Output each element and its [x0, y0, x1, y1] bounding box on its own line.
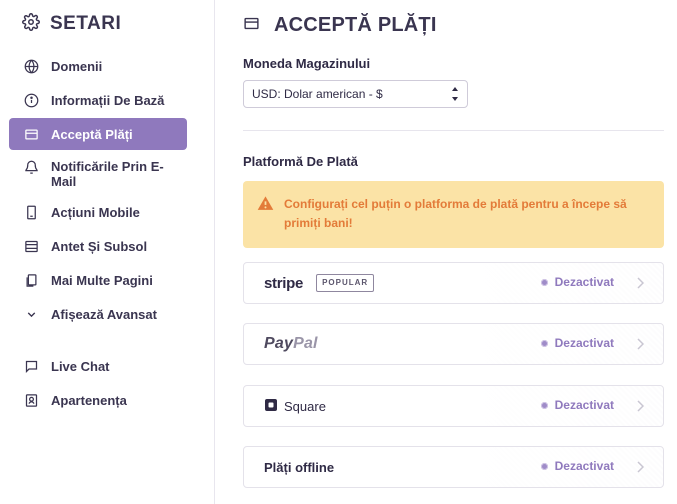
payment-provider-stripe[interactable]: stripe POPULAR Dezactivat	[243, 262, 664, 304]
chevron-right-icon	[634, 459, 646, 475]
pages-icon	[23, 272, 39, 288]
sidebar-item-label: Notificările Prin E-Mail	[51, 159, 164, 189]
status-label: Dezactivat	[554, 336, 614, 350]
globe-icon	[23, 58, 39, 74]
status-label: Dezactivat	[554, 398, 614, 412]
currency-selected-value: USD: Dolar american - $	[252, 87, 383, 101]
sidebar-item-email-notifications[interactable]: Notificările Prin E-Mail	[9, 152, 187, 194]
provider-status: Dezactivat	[540, 398, 614, 412]
status-dot-icon	[540, 401, 548, 409]
phone-icon	[23, 204, 39, 220]
payment-provider-square[interactable]: Square Dezactivat	[243, 385, 664, 427]
bell-icon	[23, 159, 39, 175]
stripe-logo: stripe POPULAR	[264, 273, 375, 293]
sidebar-item-show-advanced[interactable]: Afișează Avansat	[9, 298, 187, 330]
sidebar-item-label: Live Chat	[51, 358, 110, 374]
square-wordmark: Square	[284, 398, 326, 414]
info-icon	[23, 92, 39, 108]
chevron-down-icon	[23, 306, 39, 322]
chevron-right-icon	[634, 336, 646, 352]
sidebar-item-membership[interactable]: Apartenența	[9, 384, 187, 416]
warning-icon	[257, 195, 274, 248]
settings-sidebar: SETARI Domenii Informații De Bază Accept…	[0, 0, 215, 504]
user-card-icon	[23, 392, 39, 408]
settings-navigation: Domenii Informații De Bază Acceptă Plăți…	[9, 50, 207, 418]
paypal-wordmark-pal: Pal	[293, 335, 318, 352]
payment-platform-label: Platformă De Plată	[243, 154, 358, 169]
currency-select[interactable]: USD: Dolar american - $	[243, 80, 468, 108]
provider-status: Dezactivat	[540, 459, 614, 473]
stripe-wordmark: stripe	[264, 274, 304, 292]
sidebar-item-label: Antet Și Subsol	[51, 238, 148, 254]
section-divider	[243, 130, 664, 131]
chevron-right-icon	[634, 275, 646, 291]
payment-warning: Configurați cel puțin o platforma de pla…	[243, 181, 664, 248]
sidebar-title: SETARI	[50, 13, 122, 34]
sidebar-item-accept-payments[interactable]: Acceptă Plăți	[9, 118, 187, 150]
sidebar-item-live-chat[interactable]: Live Chat	[9, 350, 187, 382]
status-label: Dezactivat	[554, 459, 614, 473]
chat-icon	[23, 358, 39, 374]
warning-message: Configurați cel puțin o platforma de pla…	[284, 197, 627, 230]
page-header: ACCEPTĂ PLĂȚI	[243, 14, 437, 37]
gear-icon	[22, 12, 40, 36]
wallet-icon	[243, 15, 260, 37]
chevron-right-icon	[634, 398, 646, 414]
sidebar-header: SETARI	[22, 12, 121, 36]
sidebar-item-header-footer[interactable]: Antet Și Subsol	[9, 230, 187, 262]
layout-icon	[23, 238, 39, 254]
sidebar-item-basic-info[interactable]: Informații De Bază	[9, 84, 187, 116]
sidebar-item-more-pages[interactable]: Mai Multe Pagini	[9, 264, 187, 296]
square-logo: Square	[264, 396, 326, 416]
status-dot-icon	[540, 278, 548, 286]
status-label: Dezactivat	[554, 275, 614, 289]
wallet-icon	[23, 126, 39, 142]
square-icon	[264, 398, 278, 415]
sidebar-item-label: Informații De Bază	[51, 92, 165, 108]
page-title: ACCEPTĂ PLĂȚI	[274, 14, 437, 36]
offline-payments-label: Plăți offline	[264, 459, 335, 475]
sidebar-item-mobile-actions[interactable]: Acțiuni Mobile	[9, 196, 187, 228]
status-dot-icon	[540, 462, 548, 470]
paypal-wordmark-pay: Pay	[264, 335, 294, 352]
payment-provider-offline[interactable]: Plăți offline Dezactivat	[243, 446, 664, 488]
sidebar-item-label: Apartenența	[51, 392, 127, 408]
sidebar-item-label: Acțiuni Mobile	[51, 204, 140, 220]
sidebar-item-label: Afișează Avansat	[51, 306, 157, 322]
status-dot-icon	[540, 339, 548, 347]
sidebar-item-label: Domenii	[51, 58, 103, 74]
popular-badge: POPULAR	[316, 274, 375, 292]
sidebar-item-domains[interactable]: Domenii	[9, 50, 187, 82]
payments-settings-panel: ACCEPTĂ PLĂȚI Moneda Magazinului USD: Do…	[243, 0, 664, 504]
currency-label: Moneda Magazinului	[243, 56, 371, 71]
payment-provider-paypal[interactable]: Pay Pal Dezactivat	[243, 323, 664, 365]
sidebar-item-label: Mai Multe Pagini	[51, 272, 153, 288]
provider-status: Dezactivat	[540, 275, 614, 289]
select-arrows-icon	[451, 86, 459, 102]
paypal-logo: Pay Pal	[264, 334, 318, 354]
provider-status: Dezactivat	[540, 336, 614, 350]
sidebar-item-label: Acceptă Plăți	[51, 126, 133, 142]
